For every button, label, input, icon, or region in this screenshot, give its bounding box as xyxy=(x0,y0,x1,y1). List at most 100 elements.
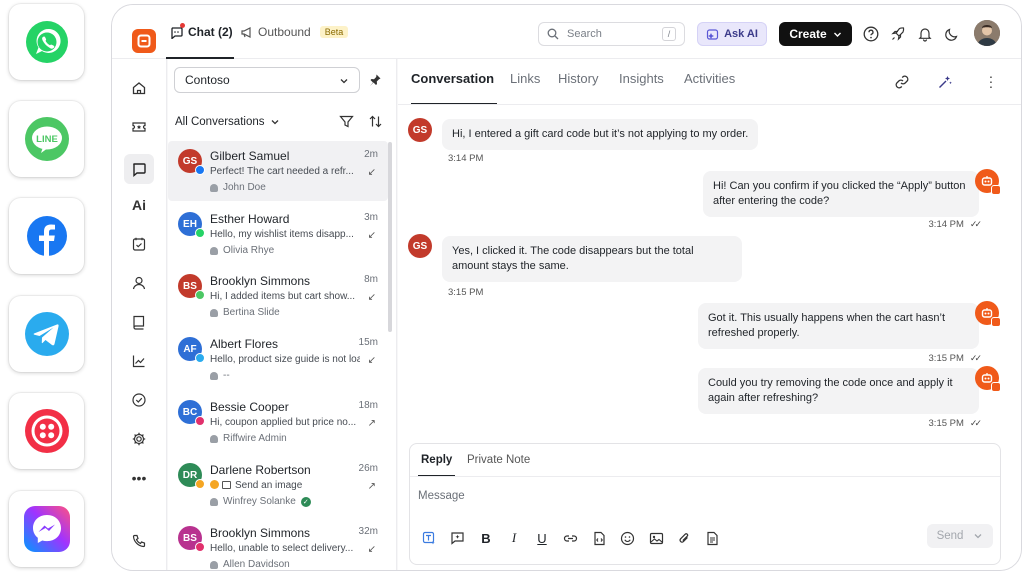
search-input[interactable]: Search / xyxy=(538,22,685,46)
theme-toggle[interactable] xyxy=(943,25,961,43)
article-button[interactable] xyxy=(704,530,720,546)
list-item[interactable]: BS Brooklyn Simmons 32m Hello, unable to se… xyxy=(168,518,388,570)
ticket-icon xyxy=(132,122,146,132)
ask-ai-button[interactable]: Ask AI xyxy=(697,22,767,46)
nav-home[interactable] xyxy=(128,77,150,99)
bot-avatar xyxy=(975,301,1001,327)
screen: LINE Chat (2) Outbound Beta Search / Ask… xyxy=(0,0,1024,583)
private-note-tab[interactable]: Private Note xyxy=(467,454,530,466)
nav-more[interactable]: ••• xyxy=(128,467,150,489)
check-circle-icon xyxy=(132,393,146,407)
workspace-select[interactable]: Contoso xyxy=(174,67,360,93)
app-window: Chat (2) Outbound Beta Search / Ask AI C… xyxy=(111,4,1022,571)
nav-tasks[interactable] xyxy=(128,233,150,255)
conversation-time: 18m xyxy=(358,400,378,411)
pin-icon xyxy=(370,74,381,86)
launch-button[interactable] xyxy=(889,25,907,43)
nav-knowledge[interactable] xyxy=(128,311,150,333)
tab-links[interactable]: Links xyxy=(510,71,540,86)
notifications-button[interactable] xyxy=(916,25,934,43)
tab-outbound[interactable]: Outbound Beta xyxy=(240,25,349,39)
message-preview: Hello, my wishlist items disapp... xyxy=(210,229,354,240)
conversation-list-panel: Contoso All Conversations GS Gilbert Samu… xyxy=(168,59,397,570)
message-input[interactable]: Message xyxy=(418,490,465,502)
tab-chat[interactable]: Chat (2) xyxy=(170,22,233,39)
nav-calls[interactable] xyxy=(128,530,150,552)
template-button[interactable] xyxy=(421,530,437,546)
create-button[interactable]: Create xyxy=(779,22,852,46)
conversation-time: 15m xyxy=(358,337,378,348)
messenger-tile[interactable] xyxy=(9,491,84,567)
channel-badge-icon xyxy=(195,290,205,300)
nav-settings[interactable] xyxy=(128,428,150,450)
facebook-tile[interactable] xyxy=(9,198,84,274)
brand-logo[interactable] xyxy=(132,29,156,53)
nav-ai[interactable]: Ai xyxy=(128,194,150,216)
more-vertical-icon: · · · xyxy=(988,68,994,94)
channel-badge-icon xyxy=(195,228,205,238)
send-label: Send xyxy=(936,530,964,542)
incoming-arrow-icon: ↙ xyxy=(367,292,376,303)
reply-tab[interactable]: Reply xyxy=(421,454,452,466)
agent-person-icon xyxy=(210,246,218,255)
agent-name: -- xyxy=(223,370,230,381)
attach-button[interactable] xyxy=(676,530,692,546)
contact-name: Brooklyn Simmons xyxy=(210,526,311,540)
moon-icon xyxy=(945,28,958,41)
bot-channel-badge xyxy=(991,317,1001,327)
sort-button[interactable] xyxy=(368,114,383,134)
emoji-button[interactable] xyxy=(619,530,635,546)
filter-button[interactable] xyxy=(339,114,354,134)
message-preview: Hello, unable to select delivery... xyxy=(210,543,354,554)
list-item[interactable]: GS Gilbert Samuel 2m Perfect! The cart need… xyxy=(168,141,388,201)
more-options-button[interactable]: · · · xyxy=(983,69,999,93)
list-item[interactable]: BC Bessie Cooper 18m Hi, coupon applied but… xyxy=(168,392,388,452)
line-tile[interactable]: LINE xyxy=(9,101,84,177)
nav-quality[interactable] xyxy=(128,389,150,411)
code-button[interactable] xyxy=(591,530,607,546)
list-item[interactable]: EH Esther Howard 3m Hello, my wishlist item… xyxy=(168,204,388,264)
tab-insights[interactable]: Insights xyxy=(619,71,664,86)
underline-button[interactable]: U xyxy=(534,530,550,546)
ai-assist-button[interactable] xyxy=(937,74,953,95)
list-scrollbar[interactable] xyxy=(388,142,392,332)
user-avatar[interactable] xyxy=(974,20,1000,46)
link-button[interactable] xyxy=(894,74,910,95)
twilio-icon xyxy=(24,409,69,453)
conversation-filter[interactable]: All Conversations xyxy=(175,116,280,128)
pin-button[interactable] xyxy=(368,73,382,92)
telegram-tile[interactable] xyxy=(9,296,84,372)
tab-activities[interactable]: Activities xyxy=(684,71,735,86)
nav-rail: Ai ••• xyxy=(112,59,167,570)
agent-name: Riffwire Admin xyxy=(223,433,287,444)
megaphone-icon xyxy=(241,26,251,38)
customer-avatar: GS xyxy=(408,234,432,258)
bot-message: Got it. This usually happens when the ca… xyxy=(698,303,979,349)
nav-tickets[interactable] xyxy=(128,116,150,138)
insert-link-button[interactable] xyxy=(562,530,578,546)
twilio-tile[interactable] xyxy=(9,393,84,469)
list-item[interactable]: DR Darlene Robertson 26m Send an image Winfr… xyxy=(168,455,388,515)
list-item[interactable]: BS Brooklyn Simmons 8m Hi, I added items bu… xyxy=(168,266,388,326)
unread-dot xyxy=(180,22,185,28)
nav-reports[interactable] xyxy=(128,350,150,372)
image-icon xyxy=(222,481,231,489)
ai-reply-button[interactable] xyxy=(449,530,465,546)
bot-channel-badge xyxy=(991,185,1001,195)
bold-button[interactable]: B xyxy=(478,530,494,546)
user-photo xyxy=(974,20,1000,46)
code-file-icon xyxy=(593,531,605,545)
tab-history[interactable]: History xyxy=(558,71,598,86)
composer-divider xyxy=(410,476,1000,477)
send-button[interactable]: Send xyxy=(927,524,993,548)
rocket-icon xyxy=(891,27,905,41)
tab-conversation[interactable]: Conversation xyxy=(411,71,494,86)
nav-contacts[interactable] xyxy=(128,272,150,294)
image-button[interactable] xyxy=(648,530,664,546)
help-button[interactable] xyxy=(862,25,880,43)
message-time: 3:14 PM xyxy=(448,153,484,164)
italic-button[interactable]: I xyxy=(506,530,522,546)
whatsapp-tile[interactable] xyxy=(9,4,84,80)
list-item[interactable]: AF Albert Flores 15m Hello, product size gu… xyxy=(168,329,388,389)
nav-chat[interactable] xyxy=(124,154,154,184)
